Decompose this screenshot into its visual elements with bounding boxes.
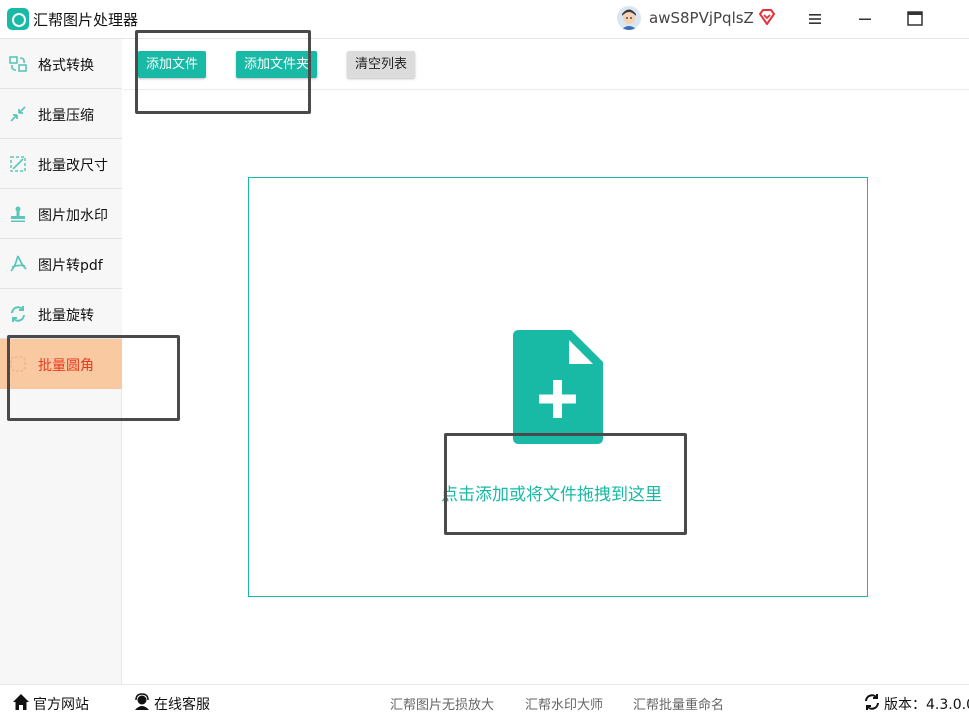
annotation-box-toolbar [135,30,311,114]
refresh-icon[interactable] [863,693,881,711]
sidebar-item-label: 格式转换 [38,58,94,74]
footer-link-upscale[interactable]: 汇帮图片无损放大 [390,694,494,713]
app-logo-icon [7,8,29,30]
sidebar-item-label: 批量压缩 [38,108,94,124]
official-website-link[interactable]: 官方网站 [33,694,89,714]
minimize-icon[interactable] [852,6,878,32]
vip-diamond-icon[interactable] [758,8,776,26]
sidebar-item-label: 批量旋转 [38,308,94,324]
sidebar-item-label: 图片转pdf [38,258,103,274]
clear-list-button[interactable]: 清空列表 [347,51,415,78]
sidebar-item-rotate[interactable]: 批量旋转 [0,289,122,339]
rotate-icon [8,304,28,324]
app-title: 汇帮图片处理器 [33,11,139,29]
home-icon [12,693,30,711]
maximize-icon[interactable] [902,6,928,32]
footer-link-watermark[interactable]: 汇帮水印大师 [525,694,603,713]
pdf-icon [8,254,28,274]
sidebar-item-compress[interactable]: 批量压缩 [0,89,122,139]
customer-service-icon [133,693,151,711]
user-avatar-icon[interactable] [617,6,641,30]
annotation-box-sidebar [7,335,180,421]
sidebar-item-resize[interactable]: 批量改尺寸 [0,139,122,189]
version-label: 版本：4.3.0.0 [884,697,969,713]
sidebar-item-watermark[interactable]: 图片加水印 [0,189,122,239]
compress-icon [8,104,28,124]
sidebar-item-label: 图片加水印 [38,208,108,224]
footer-link-rename[interactable]: 汇帮批量重命名 [633,694,724,713]
online-support-link[interactable]: 在线客服 [154,694,210,714]
watermark-icon [8,204,28,224]
format-convert-icon [8,54,28,74]
sidebar-item-label: 批量改尺寸 [38,158,108,174]
annotation-box-drop-text [444,433,687,535]
file-add-icon[interactable] [513,330,603,444]
user-name[interactable]: awS8PVjPqlsZ [649,9,754,27]
menu-icon[interactable] [802,6,828,32]
sidebar-item-pdf[interactable]: 图片转pdf [0,239,122,289]
footer: 官方网站 在线客服 汇帮图片无损放大 汇帮水印大师 汇帮批量重命名 版本：4.3… [0,684,969,715]
resize-icon [8,154,28,174]
sidebar-item-format-convert[interactable]: 格式转换 [0,39,122,89]
